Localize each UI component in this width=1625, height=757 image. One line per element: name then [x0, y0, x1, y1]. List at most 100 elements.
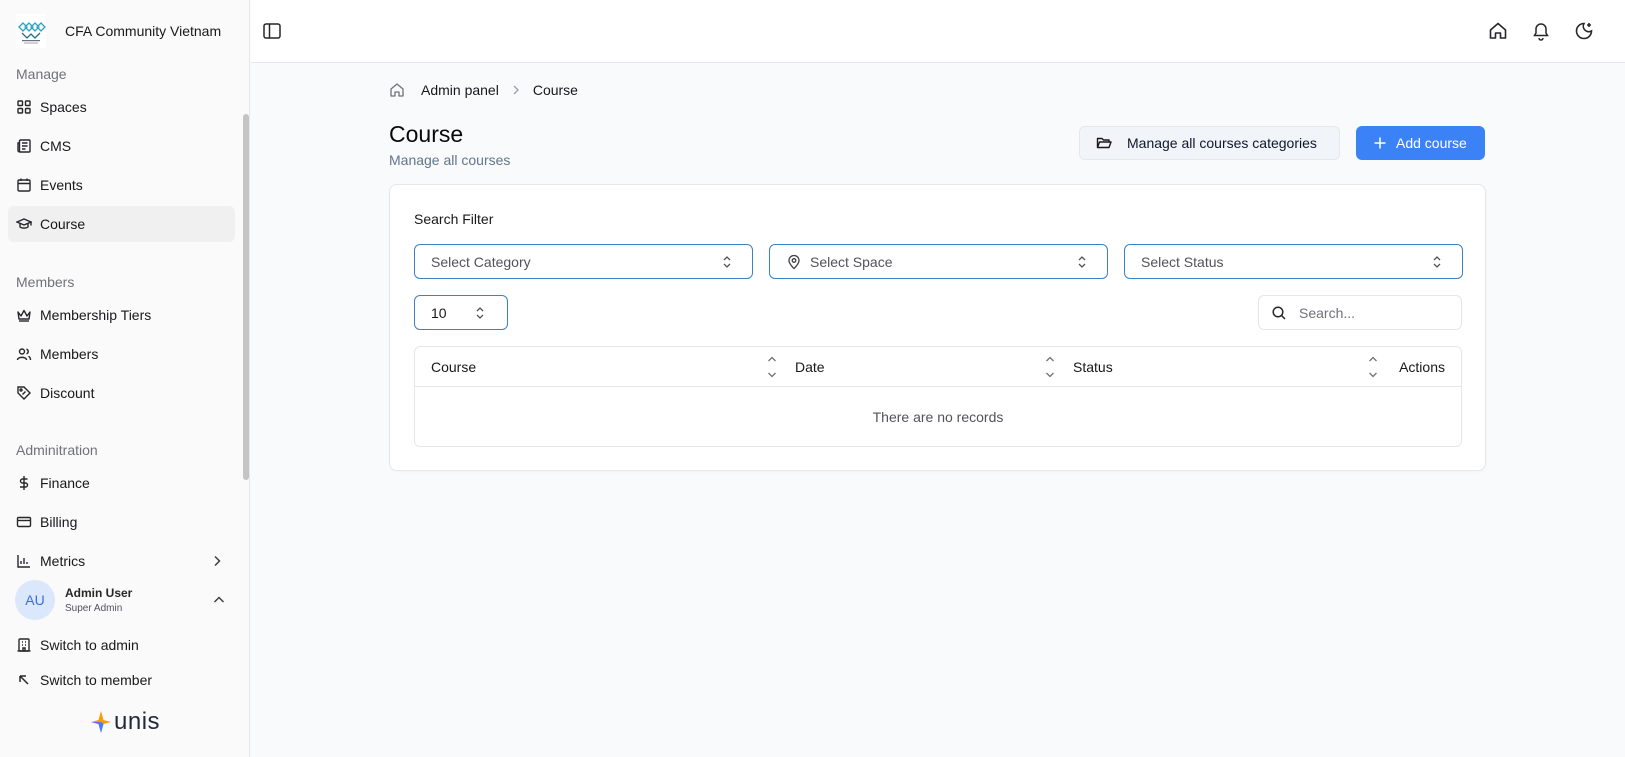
sidebar-item-events[interactable]: Events	[8, 167, 235, 203]
sidebar-item-metrics[interactable]: Metrics	[8, 543, 235, 579]
course-card: Search Filter Select Category Select Spa…	[389, 184, 1486, 471]
search-box	[1258, 295, 1462, 330]
sidebar-item-label: Billing	[40, 514, 78, 530]
credit-card-icon	[16, 516, 32, 528]
breadcrumb-admin-panel[interactable]: Admin panel	[421, 82, 499, 98]
sidebar-item-course[interactable]: Course	[8, 206, 235, 242]
category-select[interactable]: Select Category	[414, 244, 753, 279]
switch-to-admin-label: Switch to admin	[40, 637, 139, 653]
plus-icon	[1374, 137, 1386, 149]
bell-icon[interactable]	[1531, 21, 1551, 41]
sidebar-item-discount[interactable]: Discount	[8, 375, 235, 411]
top-bar	[251, 0, 1625, 63]
sidebar-heading-members: Members	[16, 274, 75, 290]
user-role: Super Admin	[65, 603, 123, 614]
sidebar-item-label: Membership Tiers	[40, 307, 152, 323]
space-select-placeholder: Select Space	[810, 253, 893, 270]
sidebar-item-label: Members	[40, 346, 99, 362]
avatar: AU	[15, 580, 55, 620]
sidebar-item-members[interactable]: Members	[8, 336, 235, 372]
page-size-value: 10	[431, 304, 447, 321]
sidebar-heading-manage: Manage	[16, 66, 67, 82]
sidebar-item-spaces[interactable]: Spaces	[8, 89, 235, 125]
breadcrumb-current: Course	[532, 82, 578, 98]
empty-state: There are no records	[872, 409, 1004, 425]
course-table: Course Date Status Actions There are no …	[414, 346, 1462, 447]
add-course-label: Add course	[1396, 135, 1467, 151]
manage-categories-label: Manage all courses categories	[1127, 135, 1317, 151]
sidebar-item-label: Finance	[40, 475, 90, 491]
moon-sparkle-icon[interactable]	[1574, 21, 1594, 41]
building-icon	[17, 638, 31, 652]
breadcrumb: Admin panel Course	[389, 82, 578, 98]
sort-icon[interactable]	[1366, 353, 1380, 381]
users-icon	[16, 348, 32, 361]
status-select-placeholder: Select Status	[1141, 253, 1224, 270]
switch-to-admin[interactable]: Switch to admin	[8, 627, 235, 663]
chevrons-up-down-icon	[476, 307, 484, 319]
brand-logo-icon	[16, 14, 46, 48]
space-select[interactable]: Select Space	[769, 244, 1108, 279]
column-header-actions: Actions	[1399, 359, 1445, 375]
sidebar-item-label: Events	[40, 177, 83, 193]
user-info: Admin User Super Admin	[65, 586, 132, 614]
sort-icon[interactable]	[1043, 353, 1057, 381]
sparkle-logo-icon	[91, 711, 111, 733]
brand[interactable]: CFA Community Vietnam	[16, 14, 221, 48]
sidebar-scrollbar[interactable]	[243, 114, 249, 480]
sidebar-item-label: Spaces	[40, 99, 87, 115]
user-name: Admin User	[65, 586, 133, 600]
page-subtitle: Manage all courses	[389, 152, 511, 168]
calendar-icon	[17, 178, 31, 192]
add-course-button[interactable]: Add course	[1356, 126, 1485, 160]
home-icon[interactable]	[1488, 21, 1508, 41]
chevrons-up-down-icon	[1433, 256, 1441, 268]
search-icon	[1272, 305, 1286, 320]
sidebar-item-label: Metrics	[40, 553, 86, 569]
sidebar-item-label: Course	[40, 216, 86, 232]
page-title: Course	[389, 121, 464, 147]
user-menu[interactable]: AU Admin User Super Admin	[15, 580, 235, 620]
sidebar-item-label: Discount	[40, 385, 95, 401]
chevron-up-icon	[213, 596, 225, 603]
page-size-select[interactable]: 10	[414, 295, 508, 330]
manage-categories-button[interactable]: Manage all courses categories	[1079, 126, 1340, 160]
sidebar-item-billing[interactable]: Billing	[8, 504, 235, 540]
powered-by-text: unis	[114, 708, 161, 735]
search-input[interactable]	[1299, 304, 1449, 321]
sidebar-heading-administration: Adminitration	[16, 442, 98, 458]
map-pin-icon	[788, 254, 800, 269]
chevron-right-icon	[513, 85, 519, 95]
graduation-cap-icon	[16, 218, 32, 229]
column-header-course: Course	[431, 359, 477, 375]
column-header-status: Status	[1073, 359, 1113, 375]
search-filter-label: Search Filter	[414, 211, 494, 227]
sidebar-item-finance[interactable]: Finance	[8, 465, 235, 501]
sidebar-toggle-icon[interactable]	[262, 21, 282, 41]
newspaper-icon	[17, 139, 31, 153]
switch-to-member-label: Switch to member	[40, 672, 153, 688]
sidebar-item-label: CMS	[40, 138, 72, 154]
sidebar-item-membership-tiers[interactable]: Membership Tiers	[8, 297, 235, 333]
switch-to-member[interactable]: Switch to member	[8, 662, 235, 698]
tag-discount-icon	[17, 386, 31, 400]
breadcrumb-home-icon[interactable]	[389, 82, 405, 98]
sidebar: CFA Community Vietnam Manage Spaces CMS …	[0, 0, 250, 757]
powered-by-logo: unis	[90, 710, 160, 734]
status-select[interactable]: Select Status	[1124, 244, 1463, 279]
folder-open-icon	[1096, 137, 1112, 149]
chart-icon	[17, 555, 30, 568]
chevrons-up-down-icon	[723, 256, 731, 268]
dollar-icon	[19, 476, 29, 490]
grid-icon	[17, 100, 31, 114]
category-select-placeholder: Select Category	[431, 253, 531, 270]
sidebar-item-cms[interactable]: CMS	[8, 128, 235, 164]
brand-name: CFA Community Vietnam	[65, 23, 222, 39]
sort-icon[interactable]	[765, 353, 779, 381]
crown-icon	[17, 309, 31, 322]
arrow-up-left-icon	[19, 675, 29, 685]
chevrons-up-down-icon	[1078, 256, 1086, 268]
chevron-right-icon	[214, 555, 221, 567]
column-header-date: Date	[795, 359, 825, 375]
table-header: Course Date Status Actions	[415, 347, 1461, 387]
